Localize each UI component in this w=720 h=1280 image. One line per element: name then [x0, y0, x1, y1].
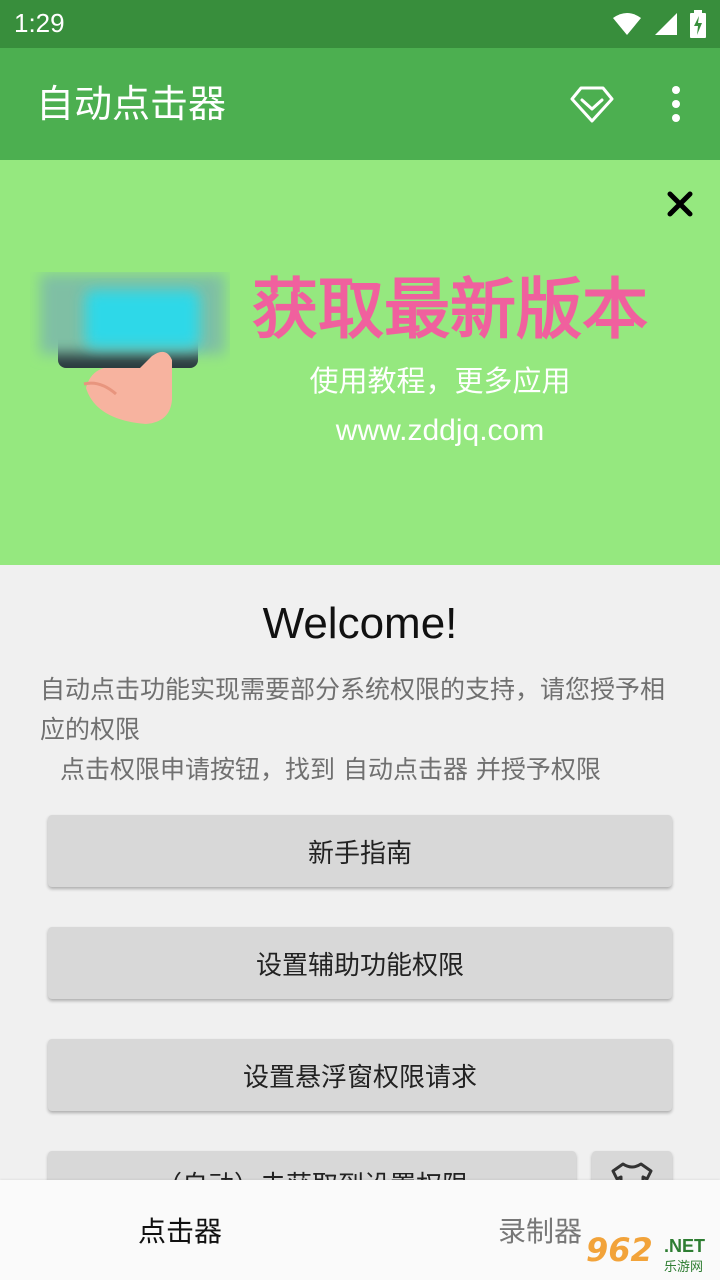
- close-icon: [667, 191, 693, 217]
- promo-banner[interactable]: 获取最新版本 使用教程，更多应用 www.zddjq.com: [0, 160, 720, 565]
- vip-button[interactable]: [564, 76, 620, 132]
- guide-button[interactable]: 新手指南: [48, 815, 672, 887]
- battery-charging-icon: [690, 10, 706, 38]
- app-title: 自动点击器: [36, 82, 227, 126]
- status-time: 1:29: [14, 8, 65, 38]
- overlay-permission-button[interactable]: 设置悬浮窗权限请求: [48, 1039, 672, 1111]
- status-icons: [612, 9, 706, 39]
- welcome-description: 自动点击功能实现需要部分系统权限的支持，请您授予相应的权限: [40, 675, 666, 744]
- more-vert-icon: [672, 86, 680, 122]
- banner-close-button[interactable]: [656, 180, 704, 228]
- banner-url: www.zddjq.com: [335, 414, 545, 447]
- more-options-button[interactable]: [648, 76, 704, 132]
- signal-icon: [655, 13, 677, 35]
- app-bar: 自动点击器: [0, 48, 720, 160]
- accessibility-permission-button[interactable]: 设置辅助功能权限: [48, 927, 672, 999]
- banner-subtitle: 使用教程，更多应用: [309, 364, 571, 398]
- wifi-icon: [613, 13, 641, 35]
- tab-clicker[interactable]: 点击器: [0, 1180, 360, 1280]
- welcome-instruction: 点击权限申请按钮，找到 自动点击器 并授予权限: [60, 755, 601, 784]
- diamond-icon: [570, 86, 614, 123]
- watermark-suffix: .NET: [664, 1236, 706, 1256]
- welcome-title: Welcome!: [262, 599, 458, 648]
- watermark-site: 乐游网: [664, 1260, 704, 1275]
- banner-headline: 获取最新版本: [252, 271, 648, 348]
- tap-hand-illustration: [40, 274, 225, 424]
- watermark-brand: 962: [586, 1231, 653, 1269]
- site-watermark: 962 .NET 乐游网: [586, 1232, 716, 1276]
- status-bar: 1:29: [0, 0, 720, 48]
